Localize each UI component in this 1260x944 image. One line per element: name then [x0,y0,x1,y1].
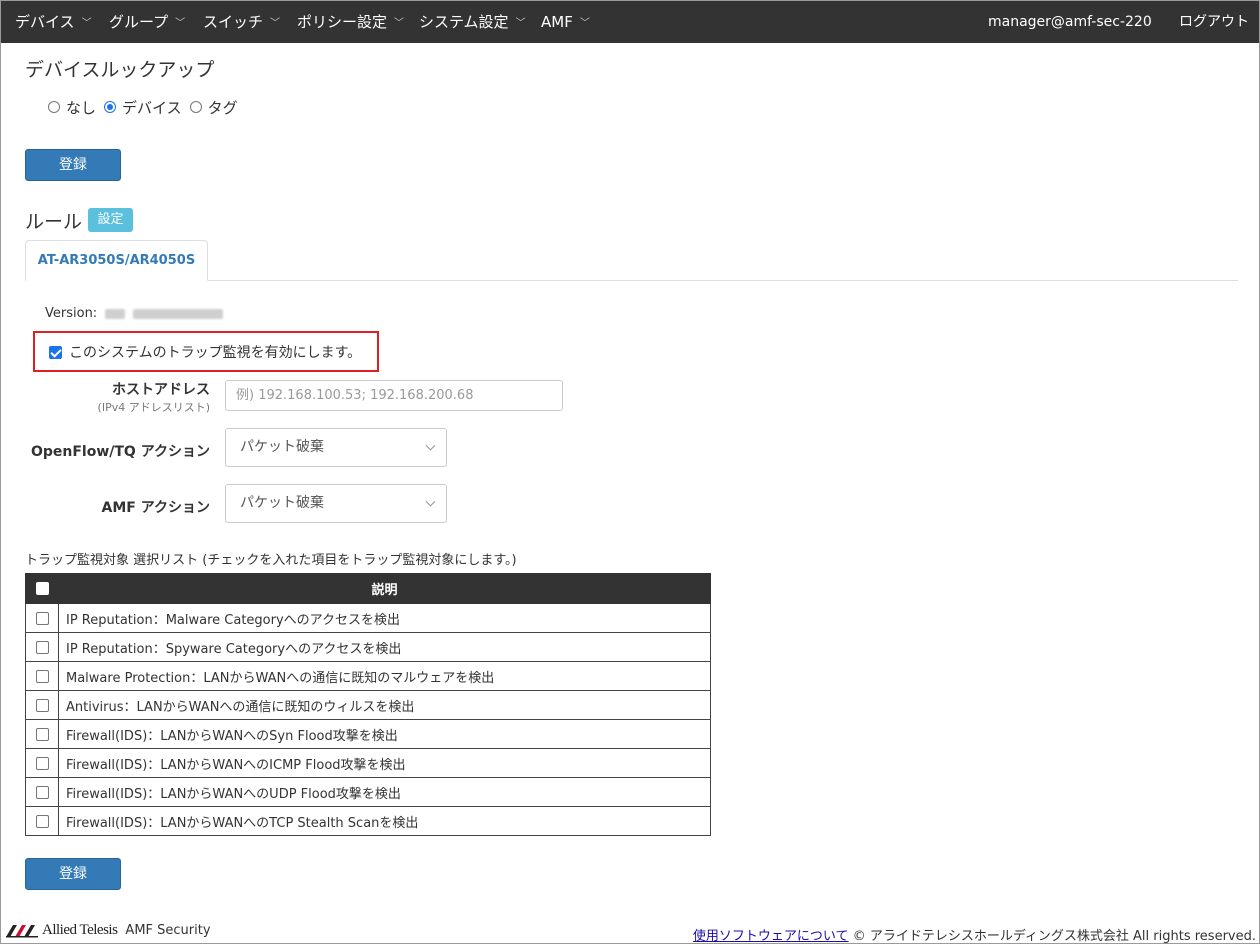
tab-ar3050s-ar4050s[interactable]: AT-AR3050S/AR4050S [25,240,208,281]
rules-register-button[interactable]: 登録 [25,858,121,890]
row-checkbox-cell [25,661,59,691]
chevron-down-icon: ﹀ [270,18,281,29]
radio-label-device: デバイス [122,98,182,117]
column-header-description: 説明 [58,573,711,604]
nav-menu-label: デバイス [15,13,75,31]
nav-menu-label: システム設定 [419,13,509,31]
table-row: Antivirus：LANからWANへの通信に既知のウィルスを検出 [25,690,711,720]
nav-menu-groups[interactable]: グループ ﹀ [109,1,185,43]
allied-telesis-logo-icon [6,924,38,937]
brand-name: Allied Telesis [42,922,118,938]
software-info-link[interactable]: 使用ソフトウェアについて [693,929,849,944]
host-address-sublabel: (IPv4 アドレスリスト) [97,401,210,414]
row-description: Antivirus：LANからWANへの通信に既知のウィルスを検出 [58,690,711,720]
row-checkbox[interactable] [35,611,49,625]
rules-settings-button[interactable]: 設定 [88,208,133,232]
host-address-label: ホストアドレス [112,382,210,398]
table-row: IP Reputation：Malware Categoryへのアクセスを検出 [25,603,711,633]
version-redacted [105,308,126,319]
product-name: AMF Security [125,923,211,938]
nav-menu-amf[interactable]: AMF ﹀ [541,1,590,43]
trap-enable-checkbox[interactable] [49,345,62,359]
row-checkbox-cell [25,632,59,662]
chevron-down-icon: ﹀ [579,18,590,29]
amf-action-value: パケット破棄 [240,495,324,511]
table-row: IP Reputation：Spyware Categoryへのアクセスを検出 [25,632,711,662]
openflow-action-value: パケット破棄 [240,439,324,455]
nav-menu-label: ポリシー設定 [297,13,388,31]
chevron-down-icon [425,440,436,451]
nav-menu-label: AMF [541,13,573,31]
select-all-checkbox[interactable] [35,582,49,595]
row-checkbox-cell [25,603,59,633]
nav-menu-switches[interactable]: スイッチ ﹀ [203,1,280,43]
row-checkbox-cell [25,690,59,720]
footer-copyright: 使用ソフトウェアについて © アライドテレシスホールディングス株式会社 All … [693,925,1256,944]
table-row: Firewall(IDS)：LANからWANへのICMP Flood攻撃を検出 [25,748,711,778]
openflow-action-label: OpenFlow/TQ アクション [30,444,210,460]
trap-target-table: 説明 IP Reputation：Malware Categoryへのアクセスを… [25,573,711,836]
nav-menu-system[interactable]: システム設定 ﹀ [419,1,526,43]
version-label: Version: [45,306,224,321]
device-lookup-radio-group: なし デバイス タグ [48,96,246,118]
row-description: Malware Protection：LANからWANへの通信に既知のマルウェア… [58,661,711,691]
chevron-down-icon: ﹀ [394,18,405,29]
trap-enable-row: このシステムのトラップ監視を有効にします。 [49,342,361,362]
row-description: Firewall(IDS)：LANからWANへのTCP Stealth Scan… [58,806,711,836]
row-checkbox[interactable] [35,727,49,741]
radio-label-none: なし [66,98,97,117]
user-account[interactable]: manager@amf-sec-220 [988,1,1152,43]
radio-none[interactable] [48,101,60,113]
amf-action-label: AMF アクション [101,500,210,516]
nav-menu-policy[interactable]: ポリシー設定 ﹀ [297,1,404,43]
logout-link[interactable]: ログアウト [1179,1,1249,43]
table-row: Malware Protection：LANからWANへの通信に既知のマルウェア… [25,661,711,691]
copyright-text: © アライドテレシスホールディングス株式会社 All rights reserv… [852,929,1256,944]
row-checkbox-cell [25,777,59,807]
row-checkbox-cell [25,719,59,749]
row-description: Firewall(IDS)：LANからWANへのUDP Flood攻撃を検出 [58,777,711,807]
radio-tag[interactable] [189,101,202,113]
version-text: Version: [45,306,98,321]
radio-device[interactable] [104,101,117,113]
chevron-down-icon: ﹀ [81,18,92,29]
rules-title: ルール [25,211,83,233]
row-description: Firewall(IDS)：LANからWANへのSyn Flood攻撃を検出 [58,719,711,749]
host-address-input[interactable]: 例) 192.168.100.53; 192.168.200.68 [225,380,563,411]
chevron-down-icon: ﹀ [515,18,526,29]
trap-enable-label: このシステムのトラップ監視を有効にします。 [69,345,362,361]
row-checkbox[interactable] [35,785,49,799]
row-description: IP Reputation：Malware Categoryへのアクセスを検出 [58,603,711,633]
table-row: Firewall(IDS)：LANからWANへのSyn Flood攻撃を検出 [25,719,711,749]
row-checkbox[interactable] [35,640,49,654]
table-header-row: 説明 [25,573,711,604]
table-row: Firewall(IDS)：LANからWANへのUDP Flood攻撃を検出 [25,777,711,807]
amf-action-select[interactable]: パケット破棄 [225,484,447,523]
chevron-down-icon: ﹀ [175,18,186,29]
radio-label-tag: タグ [207,98,238,117]
device-lookup-register-button[interactable]: 登録 [25,149,121,181]
row-checkbox[interactable] [35,669,49,683]
openflow-action-select[interactable]: パケット破棄 [225,428,447,467]
page-title: デバイスルックアップ [25,59,215,81]
row-checkbox[interactable] [35,756,49,770]
header-checkbox-cell [25,573,59,604]
row-description: IP Reputation：Spyware Categoryへのアクセスを検出 [58,632,711,662]
chevron-down-icon [425,496,436,507]
trap-list-title: トラップ監視対象 選択リスト (チェックを入れた項目をトラップ監視対象にします。… [25,553,517,568]
row-checkbox-cell [25,748,59,778]
table-row: Firewall(IDS)：LANからWANへのTCP Stealth Scan… [25,806,711,836]
row-checkbox[interactable] [35,698,49,712]
top-navbar: デバイス ﹀ グループ ﹀ スイッチ ﹀ ポリシー設定 ﹀ システム設定 ﹀ AMF ﹀ m… [1,1,1259,43]
row-description: Firewall(IDS)：LANからWANへのICMP Flood攻撃を検出 [58,748,711,778]
footer-brand: Allied Telesis AMF Security [6,922,211,939]
row-checkbox-cell [25,806,59,836]
nav-menu-label: グループ [109,13,169,31]
row-checkbox[interactable] [35,814,49,828]
nav-menu-label: スイッチ [203,13,264,31]
nav-menu-devices[interactable]: デバイス ﹀ [15,1,92,43]
version-redacted [133,308,224,319]
